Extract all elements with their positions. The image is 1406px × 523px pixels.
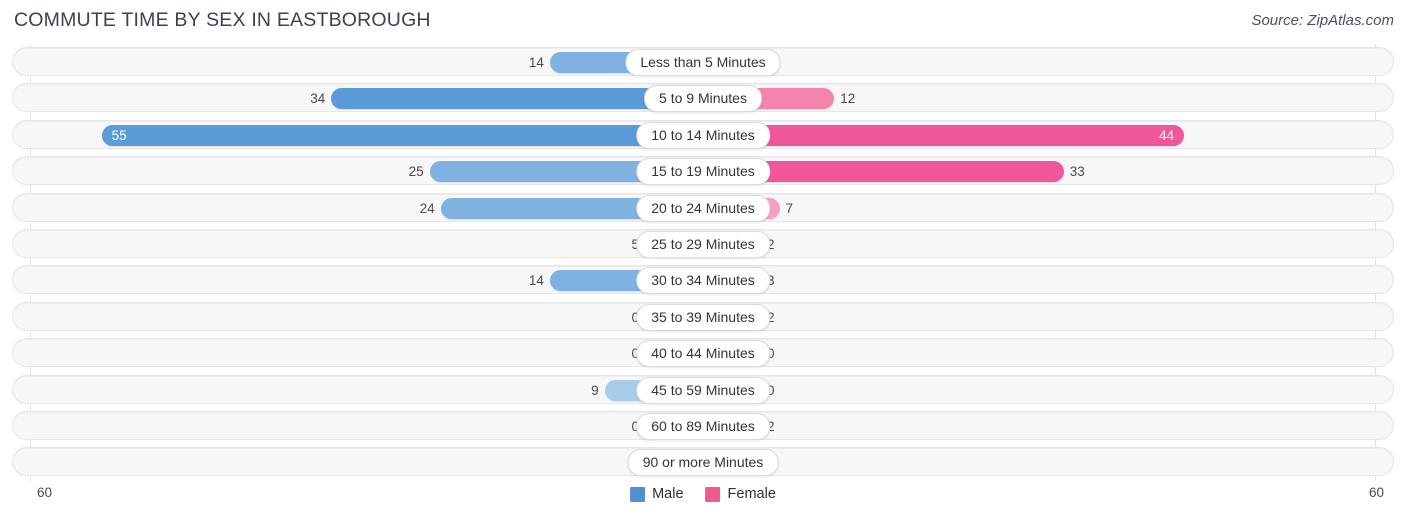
- category-label: 15 to 19 Minutes: [636, 158, 770, 186]
- legend-item-male[interactable]: Male: [630, 486, 684, 502]
- legend-swatch-icon: [630, 486, 646, 502]
- category-label: 10 to 14 Minutes: [636, 121, 770, 149]
- bar-male[interactable]: [101, 124, 703, 146]
- source-attribution: Source: ZipAtlas.com: [1251, 12, 1394, 29]
- chart-legend: Male Female: [630, 486, 776, 502]
- bar-male-fill: [101, 124, 703, 146]
- category-label: Less than 5 Minutes: [625, 49, 781, 76]
- category-label: 20 to 24 Minutes: [636, 194, 770, 222]
- table-row: 0 2 35 to 39 Minutes: [0, 299, 1406, 335]
- table-row: 0 0 40 to 44 Minutes: [0, 335, 1406, 371]
- bar-rows: 144Less than 5 Minutes 34 12 5 to 9 Minutes…: [0, 44, 1406, 481]
- value-label-male: 55: [111, 127, 127, 143]
- chart-container: COMMUTE TIME BY SEX IN EASTBOROUGH Sourc…: [0, 0, 1406, 523]
- table-row: 25 33 15 to 19 Minutes: [0, 153, 1406, 189]
- value-label-male: 24: [419, 200, 435, 216]
- value-label-male: 9: [591, 382, 599, 398]
- axis-max-right: 60: [1368, 485, 1384, 500]
- category-label: 45 to 59 Minutes: [636, 376, 770, 404]
- category-label: 90 or more Minutes: [627, 449, 779, 477]
- category-label: 60 to 89 Minutes: [636, 412, 770, 440]
- value-label-female: 33: [1069, 164, 1085, 180]
- table-row: 144Less than 5 Minutes: [0, 44, 1406, 80]
- chart-footer: 60 60 Male Female: [0, 481, 1406, 523]
- table-row: 0 2 60 to 89 Minutes: [0, 408, 1406, 444]
- legend-swatch-icon: [705, 486, 721, 502]
- page-title: COMMUTE TIME BY SEX IN EASTBOROUGH: [14, 9, 431, 31]
- value-label-female: 7: [785, 200, 794, 216]
- table-row: 55 44 10 to 14 Minutes: [0, 117, 1406, 153]
- legend-label: Male: [652, 486, 684, 502]
- chart-header: COMMUTE TIME BY SEX IN EASTBOROUGH Sourc…: [0, 0, 1406, 44]
- table-row: 24 7 20 to 24 Minutes: [0, 190, 1406, 226]
- category-label: 35 to 39 Minutes: [636, 303, 770, 331]
- value-label-male: 25: [408, 164, 424, 180]
- value-label-male: 14: [528, 55, 544, 70]
- value-label-male: 14: [528, 273, 544, 289]
- category-label: 40 to 44 Minutes: [636, 340, 770, 368]
- value-label-female: 12: [840, 91, 856, 107]
- category-label: 25 to 29 Minutes: [636, 230, 770, 258]
- bar-female-fill: [703, 124, 1185, 146]
- category-label: 5 to 9 Minutes: [644, 85, 762, 113]
- category-label: 30 to 34 Minutes: [636, 267, 770, 295]
- plot-area: 144Less than 5 Minutes 34 12 5 to 9 Minutes…: [0, 44, 1406, 481]
- legend-label: Female: [727, 486, 776, 502]
- table-row: 2090 or more Minutes: [0, 444, 1406, 480]
- axis-max-left: 60: [37, 485, 53, 500]
- table-row: 14 3 30 to 34 Minutes: [0, 262, 1406, 298]
- bar-female[interactable]: [703, 124, 1185, 146]
- value-label-female: 44: [1159, 127, 1175, 143]
- table-row: 34 12 5 to 9 Minutes: [0, 80, 1406, 116]
- table-row: 5 2 25 to 29 Minutes: [0, 226, 1406, 262]
- legend-item-female[interactable]: Female: [705, 486, 776, 502]
- value-label-male: 34: [310, 91, 326, 107]
- table-row: 9 0 45 to 59 Minutes: [0, 372, 1406, 408]
